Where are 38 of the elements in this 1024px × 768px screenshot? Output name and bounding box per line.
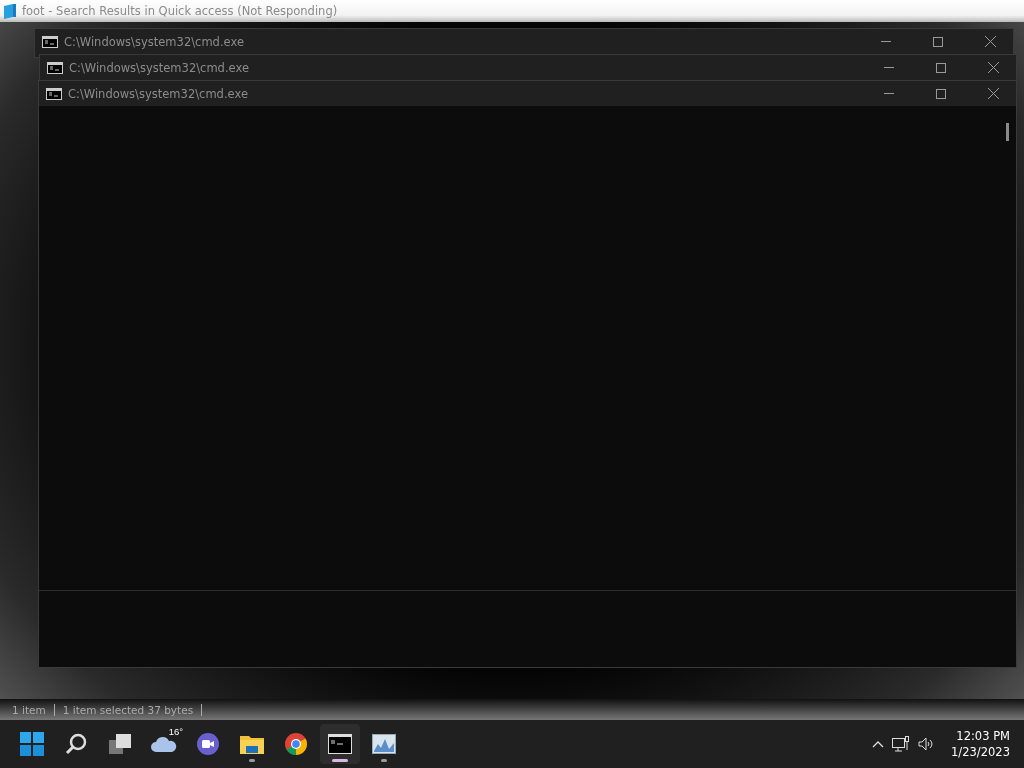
close-icon — [987, 88, 999, 99]
resource-monitor-icon — [372, 734, 396, 754]
browser-icon — [284, 732, 308, 756]
clock[interactable]: 12:03 PM 1/23/2023 — [951, 728, 1010, 760]
search-icon — [65, 733, 87, 755]
network-icon[interactable] — [892, 736, 911, 752]
scrollbar-thumb[interactable] — [1006, 123, 1009, 141]
terminal-icon — [47, 61, 63, 74]
window-title: C:\Windows\system32\cmd.exe — [68, 86, 249, 101]
document-icon — [4, 3, 16, 19]
cloud-icon — [151, 736, 177, 752]
clock-date: 1/23/2023 — [951, 744, 1010, 760]
task-view-icon — [108, 733, 132, 755]
speaker-icon[interactable] — [918, 737, 936, 751]
chevron-up-icon[interactable] — [872, 740, 885, 748]
taskbar-app-button[interactable]: 16° — [144, 724, 184, 764]
minimize-icon — [881, 40, 891, 43]
maximize-icon — [933, 36, 943, 47]
close-icon — [984, 36, 996, 47]
window-title: C:\Windows\system32\cmd.exe — [64, 34, 245, 49]
minimize-icon — [884, 66, 894, 69]
window-title: foot - Search Results in Quick access (Not Responding) — [22, 4, 338, 18]
maximize-icon — [936, 88, 946, 99]
window-title: C:\Windows\system32\cmd.exe — [69, 60, 250, 75]
close-icon — [987, 62, 999, 73]
status-text: 1 item — [12, 703, 46, 716]
windows-logo-icon — [20, 732, 44, 756]
terminal-icon — [42, 35, 58, 48]
status-text: 1 item selected 37 bytes — [62, 703, 194, 716]
folder-icon — [239, 733, 265, 755]
temperature-text: 16° — [168, 726, 183, 737]
video-chat-icon — [196, 732, 220, 756]
minimize-icon — [884, 92, 894, 95]
terminal-icon — [328, 734, 352, 754]
taskbar-app-button[interactable] — [320, 724, 360, 764]
clock-time: 12:03 PM — [956, 728, 1010, 744]
terminal-icon — [46, 87, 62, 100]
maximize-icon — [936, 62, 946, 73]
